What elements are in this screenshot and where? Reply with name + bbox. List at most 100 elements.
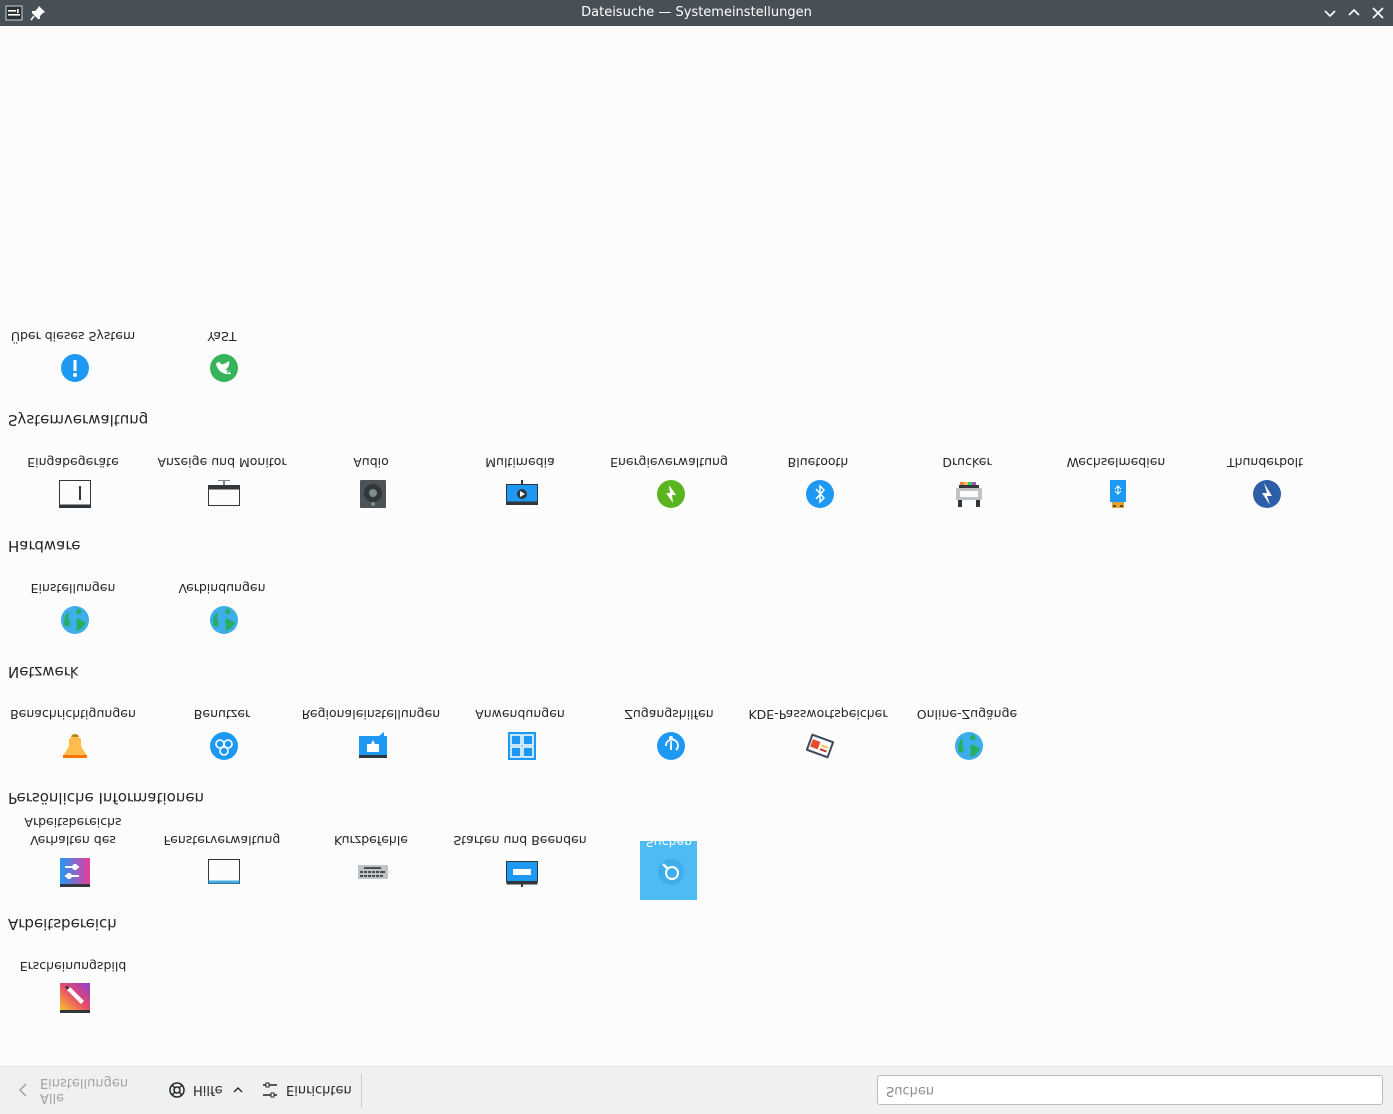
item-label: Online-Zugänge <box>916 707 1018 722</box>
category-title-systemverwaltung: Systemverwaltung <box>8 411 149 429</box>
workspace-behavior-icon <box>59 856 91 888</box>
item-label: Bluetooth <box>787 455 849 470</box>
window-title: Dateisuche — Systemeinstellungen <box>581 5 812 20</box>
keyboard-icon <box>357 856 389 888</box>
item-verbindungen[interactable]: Verbindungen <box>152 528 292 648</box>
item-label: Fensterverwaltung <box>163 833 281 848</box>
category-title-hardware: Hardware <box>8 537 81 555</box>
item-label: YaST <box>207 329 237 344</box>
appearance-icon <box>59 982 91 1014</box>
item-ueber-dieses-system[interactable]: Über dieses System <box>3 276 143 396</box>
wallet-icon <box>804 730 836 762</box>
toolbar-separator <box>361 1074 362 1108</box>
item-regionaleinstellungen[interactable]: Regionaleinstellungen <box>301 654 441 774</box>
item-label: Benachrichtigungen <box>10 707 136 722</box>
applications-icon <box>506 730 538 762</box>
thunderbolt-icon <box>1251 478 1283 510</box>
item-benutzer[interactable]: Benutzer <box>152 654 292 774</box>
configure-label: Einrichten <box>286 1082 352 1098</box>
item-label: Anzeige und Monitor <box>157 455 287 470</box>
item-label: Über dieses System <box>10 329 136 344</box>
notification-bell-icon <box>59 730 91 762</box>
item-kurzbefehle[interactable]: Kurzbefehle <box>301 780 441 900</box>
item-label: Benutzer <box>193 707 251 722</box>
users-icon <box>208 730 240 762</box>
item-yast[interactable]: YaST <box>152 276 292 396</box>
item-starten-und-beenden[interactable]: Starten und Beenden <box>450 780 590 900</box>
display-monitor-icon <box>208 478 240 510</box>
item-label: Starten und Beenden <box>453 833 587 848</box>
item-drucker[interactable]: Drucker <box>897 402 1037 522</box>
item-kde-passwortspeicher[interactable]: KDE-Passwortspeicher <box>748 654 888 774</box>
item-label: Kurzbefehle <box>334 833 408 848</box>
regional-settings-icon <box>357 730 389 762</box>
bottom-toolbar: Alle Einstellungen Hilfe Einrichten <box>0 1066 1393 1114</box>
bluetooth-icon <box>804 478 836 510</box>
yast-icon <box>208 352 240 384</box>
item-zugangshilfen[interactable]: Zugangshilfen <box>599 654 739 774</box>
search-icon <box>655 856 687 888</box>
accessibility-icon <box>655 730 687 762</box>
item-anwendungen[interactable]: Anwendungen <box>450 654 590 774</box>
item-multimedia[interactable]: Multimedia <box>450 402 590 522</box>
all-settings-back-button[interactable]: Alle Einstellungen <box>16 1067 156 1113</box>
maximize-chevron-up-icon[interactable] <box>1344 3 1364 23</box>
categories-container: Erscheinungsbild Arbeitsbereich Verhalte… <box>0 319 1393 1039</box>
connections-globe-icon <box>208 604 240 636</box>
close-icon[interactable] <box>1368 3 1388 23</box>
item-label: Multimedia <box>485 455 555 470</box>
item-audio[interactable]: Audio <box>301 402 441 522</box>
item-label: Anwendungen <box>475 707 565 722</box>
chevron-left-icon <box>18 1083 27 1097</box>
minimize-chevron-down-icon[interactable] <box>1320 3 1340 23</box>
category-title-persoenliche-informationen: Persönliche Informationen <box>8 789 205 807</box>
item-anzeige-und-monitor[interactable]: Anzeige und Monitor <box>152 402 292 522</box>
item-bluetooth[interactable]: Bluetooth <box>748 402 888 522</box>
item-energieverwaltung[interactable]: Energieverwaltung <box>599 402 739 522</box>
removable-media-icon <box>1102 478 1134 510</box>
online-accounts-globe-icon <box>953 730 985 762</box>
item-thunderbolt[interactable]: Thunderbolt <box>1195 402 1335 522</box>
settings-grid-view: Erscheinungsbild Arbeitsbereich Verhalte… <box>0 26 1393 1066</box>
item-label: Einstellungen <box>30 581 116 596</box>
item-label: Eingabegeräte <box>27 455 119 470</box>
help-lifebuoy-icon <box>169 1082 185 1098</box>
network-settings-globe-icon <box>59 604 91 636</box>
input-devices-icon <box>59 478 91 510</box>
item-label: Suchen <box>645 835 693 850</box>
configure-sliders-icon <box>263 1082 277 1098</box>
item-label: Thunderbolt <box>1226 455 1304 470</box>
window-menu-icon[interactable] <box>4 3 24 23</box>
item-label: Drucker <box>942 455 992 470</box>
configure-button[interactable]: Einrichten <box>261 1067 356 1113</box>
item-label: Erscheinungsbild <box>19 959 127 974</box>
item-label: Verbindungen <box>178 581 266 596</box>
power-management-icon <box>655 478 687 510</box>
item-wechselmedien[interactable]: Wechselmedien <box>1046 402 1186 522</box>
info-icon <box>59 352 91 384</box>
item-label: Verhalten des Arbeitsbereichs <box>24 815 122 848</box>
item-online-zugaenge[interactable]: Online-Zugänge <box>897 654 1037 774</box>
help-menu-button[interactable]: Hilfe <box>168 1067 250 1113</box>
search-input[interactable] <box>884 1078 1378 1104</box>
item-label: KDE-Passwortspeicher <box>748 707 888 722</box>
category-title-netzwerk: Netzwerk <box>8 663 79 681</box>
startup-shutdown-icon <box>506 856 538 888</box>
item-label: Wechselmedien <box>1066 455 1166 470</box>
category-title-arbeitsbereich: Arbeitsbereich <box>8 915 117 933</box>
item-label: Zugangshilfen <box>624 707 714 722</box>
pin-icon[interactable] <box>28 3 48 23</box>
window-management-icon <box>208 856 240 888</box>
item-suchen[interactable]: Suchen <box>599 780 739 900</box>
chevron-down-icon <box>233 1087 243 1093</box>
speaker-icon <box>357 478 389 510</box>
item-label: Energieverwaltung <box>610 455 728 470</box>
back-label: Alle Einstellungen <box>39 1075 129 1105</box>
printer-icon <box>953 478 985 510</box>
search-field[interactable] <box>877 1075 1383 1105</box>
help-label: Hilfe <box>193 1082 223 1098</box>
item-label: Audio <box>353 455 389 470</box>
item-label: Regionaleinstellungen <box>301 707 441 722</box>
multimedia-icon <box>506 478 538 510</box>
mirrored-layer: Erscheinungsbild Arbeitsbereich Verhalte… <box>0 26 1393 1066</box>
